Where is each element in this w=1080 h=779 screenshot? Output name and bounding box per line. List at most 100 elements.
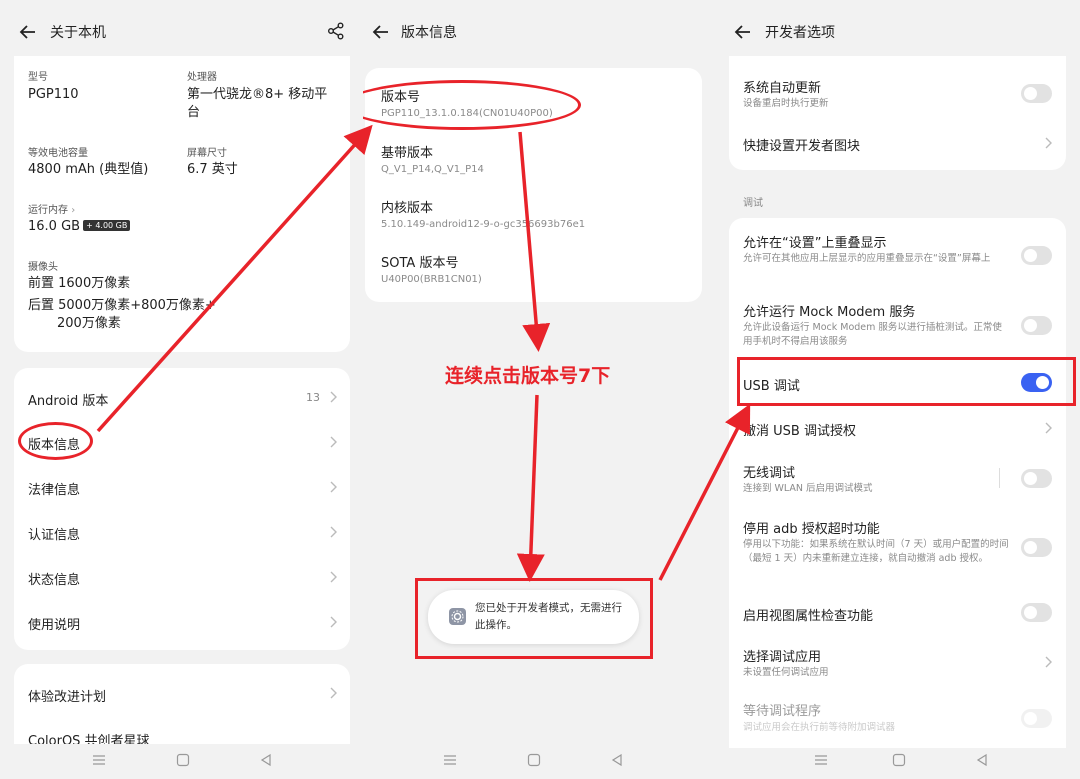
system-nav-bar <box>715 739 1080 779</box>
system-nav-bar <box>363 739 715 779</box>
baseband-version-item: 基带版本 Q_V1_P14,Q_V1_P14 <box>365 124 702 180</box>
back-arrow-icon[interactable] <box>733 22 753 42</box>
chevron-right-icon <box>330 481 337 493</box>
setting-title: 无线调试 <box>743 466 796 481</box>
menu-item-android-version[interactable]: Android 版本 13 <box>14 368 350 414</box>
menu-item-certification-info[interactable]: 认证信息 <box>14 505 350 550</box>
chevron-right-icon <box>330 616 337 628</box>
battery-label: 等效电池容量 <box>28 148 88 159</box>
chevron-right-icon <box>330 526 337 538</box>
ram-label[interactable]: 运行内存 › <box>28 201 75 216</box>
info-value: 5.10.149-android12-9-o-gc35669​3b76e1 <box>381 219 586 230</box>
model-value: PGP110 <box>28 87 79 102</box>
wait-debugger-toggle <box>1021 709 1052 728</box>
home-nav-icon[interactable] <box>527 753 541 767</box>
android-version-value: 13 <box>306 391 320 404</box>
highlight-version-info-ellipse <box>18 422 93 460</box>
view-attribute-row[interactable]: 启用视图属性检查功能 <box>729 592 1066 634</box>
menu-nav-icon[interactable] <box>814 753 828 767</box>
home-nav-icon[interactable] <box>176 753 190 767</box>
info-value: U40P00(BRB1CN01) <box>381 274 482 285</box>
menu-item-legal-info[interactable]: 法律信息 <box>14 460 350 505</box>
setting-subtitle: 连接到 WLAN 后启用调试模式 <box>743 483 873 494</box>
info-title: SOTA 版本号 <box>381 256 459 271</box>
setting-title: 系统自动更新 <box>743 81 822 96</box>
back-nav-icon[interactable] <box>610 753 624 767</box>
page-title: 开发者选项 <box>765 25 835 41</box>
back-arrow-icon[interactable] <box>18 22 38 42</box>
version-info-screen: 版本信息 版本号 PGP110_13.1.0.184(CN01U40P00) 基… <box>363 0 715 779</box>
info-title: 内核版本 <box>381 201 434 216</box>
home-nav-icon[interactable] <box>892 753 906 767</box>
camera-label: 摄像头 <box>28 262 58 273</box>
auto-update-row[interactable]: 系统自动更新 设备重启时执行更新 <box>729 56 1066 116</box>
auto-update-toggle[interactable] <box>1021 84 1052 103</box>
about-menu-card: Android 版本 13 版本信息 法律信息 认证信息 状态信息 使用说明 <box>14 368 350 650</box>
developer-options-screen: 开发者选项 系统自动更新 设备重启时执行更新 快捷设置开发者图块 调试 允许在“… <box>715 0 1080 779</box>
back-arrow-icon[interactable] <box>371 22 391 42</box>
camera-rear-line1: 后置 5000万像素+800万像素+ <box>28 298 216 313</box>
back-nav-icon[interactable] <box>975 753 989 767</box>
chevron-right-icon <box>1045 137 1052 149</box>
chevron-right-icon <box>330 571 337 583</box>
setting-title: 撤消 USB 调试授权 <box>743 424 856 439</box>
adb-timeout-toggle[interactable] <box>1021 538 1052 557</box>
chevron-right-icon <box>1045 656 1052 668</box>
menu-nav-icon[interactable] <box>92 753 106 767</box>
model-label: 型号 <box>28 72 48 83</box>
menu-item-user-guide[interactable]: 使用说明 <box>14 595 350 640</box>
settings-gear-icon <box>449 608 466 625</box>
setting-subtitle: 调试应用会在执行前等待附加调试器 <box>743 722 896 733</box>
cpu-label: 处理器 <box>187 72 217 83</box>
menu-item-label: Android 版本 <box>28 394 109 409</box>
info-value: Q_V1_P14,Q_V1_P14 <box>381 164 484 175</box>
camera-front: 前置 1600万像素 <box>28 276 131 291</box>
adb-timeout-row[interactable]: 停用 adb 授权超时功能 停用以下功能：如果系统在默认时间（7 天）或用户配置… <box>729 510 1066 588</box>
setting-title: 启用视图属性检查功能 <box>743 609 874 624</box>
menu-item-experience-program[interactable]: 体验改进计划 <box>14 664 350 710</box>
setting-title: 快捷设置开发者图块 <box>743 139 861 154</box>
ram-label-text: 运行内存 <box>28 205 68 216</box>
setting-title: 允许在“设置”上重叠显示 <box>743 236 887 251</box>
setting-subtitle: 未设置任何调试应用 <box>743 667 829 678</box>
revoke-usb-auth-row[interactable]: 撤消 USB 调试授权 <box>729 408 1066 448</box>
overlay-settings-row[interactable]: 允许在“设置”上重叠显示 允许可在其他应用上层显示的应用重叠显示在“设置”屏幕上 <box>729 218 1066 286</box>
mock-modem-row[interactable]: 允许运行 Mock Modem 服务 允许此设备运行 Mock Modem 服务… <box>729 288 1066 356</box>
cpu-value-line1: 第一代骁龙®8+ 移动平 <box>187 87 328 102</box>
setting-title: 选择调试应用 <box>743 650 822 665</box>
chevron-right-icon <box>330 687 337 699</box>
quick-tiles-row[interactable]: 快捷设置开发者图块 <box>729 118 1066 168</box>
about-phone-screen: 关于本机 型号 PGP110 处理器 第一代骁龙®8+ 移动平 台 等效电池容量… <box>0 0 363 779</box>
menu-item-label: 使用说明 <box>28 618 81 633</box>
share-icon[interactable] <box>327 22 345 40</box>
select-debug-app-row[interactable]: 选择调试应用 未设置任何调试应用 <box>729 638 1066 690</box>
wireless-debugging-row[interactable]: 无线调试 连接到 WLAN 后启用调试模式 <box>729 452 1066 506</box>
cpu-value-line2: 台 <box>187 105 201 120</box>
extra-menu-card: 体验改进计划 ColorOS 共创者星球 <box>14 664 350 744</box>
ram-value-text: 16.0 GB <box>28 219 81 234</box>
top-bar: 关于本机 <box>0 0 363 64</box>
updates-card: 系统自动更新 设备重启时执行更新 快捷设置开发者图块 <box>729 56 1066 170</box>
chevron-right-icon: › <box>71 205 76 216</box>
developer-mode-toast: 您已处于开发者模式，无需进行此操作。 <box>428 590 639 644</box>
menu-item-status-info[interactable]: 状态信息 <box>14 550 350 595</box>
page-title: 关于本机 <box>50 25 106 41</box>
annotation-tap-version: 连续点击版本号7下 <box>445 365 611 387</box>
setting-title: 停用 adb 授权超时功能 <box>743 522 880 537</box>
highlight-usb-debugging-box <box>737 357 1076 406</box>
view-attribute-toggle[interactable] <box>1021 603 1052 622</box>
divider <box>999 468 1000 488</box>
mock-modem-toggle[interactable] <box>1021 316 1052 335</box>
specs-card: 型号 PGP110 处理器 第一代骁龙®8+ 移动平 台 等效电池容量 4800… <box>14 56 350 352</box>
screen-label: 屏幕尺寸 <box>187 148 227 159</box>
info-title: 基带版本 <box>381 146 434 161</box>
chevron-right-icon <box>330 391 337 403</box>
menu-nav-icon[interactable] <box>443 753 457 767</box>
menu-item-label: 体验改进计划 <box>28 690 107 705</box>
wireless-debugging-toggle[interactable] <box>1021 469 1052 488</box>
overlay-settings-toggle[interactable] <box>1021 246 1052 265</box>
setting-subtitle: 允许此设备运行 Mock Modem 服务以进行插桩测试。正常使用手机时不得启用… <box>743 322 1002 347</box>
ram-expansion-badge: + 4.00 GB <box>83 220 131 231</box>
back-nav-icon[interactable] <box>259 753 273 767</box>
camera-rear: 后置 5000万像素+800万像素+ 200万像素 <box>28 297 228 333</box>
